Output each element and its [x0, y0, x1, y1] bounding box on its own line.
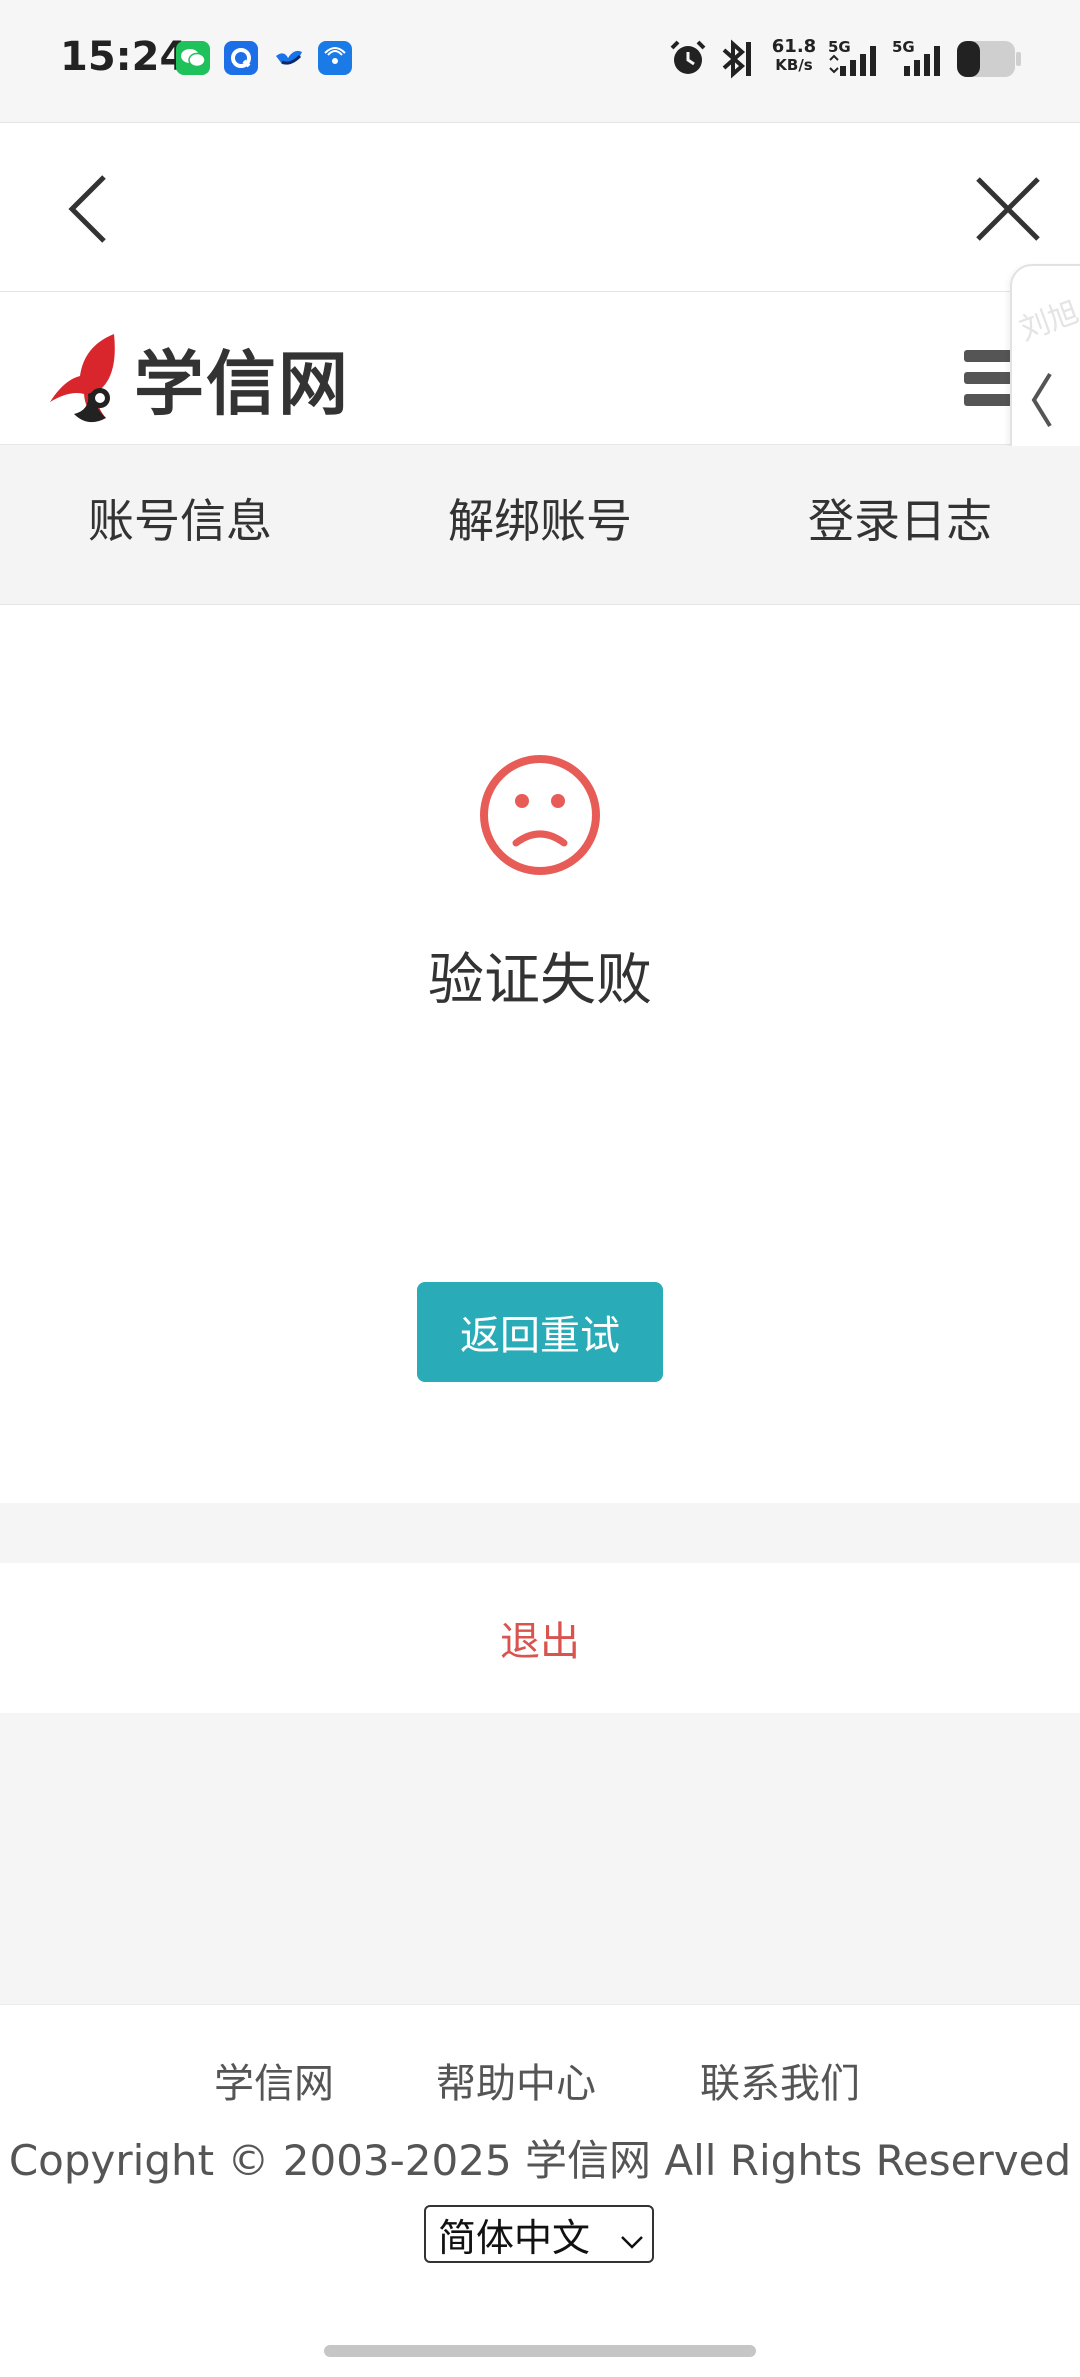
chevron-left-icon: [1028, 370, 1058, 430]
status-time: 15:24: [60, 34, 188, 80]
signal-icon: 5G: [890, 38, 948, 84]
sim1-label: 5G: [828, 38, 851, 56]
alarm-icon: [668, 38, 708, 82]
logo-flame-icon: [44, 332, 130, 428]
chevron-down-icon: [618, 2221, 646, 2249]
radio-app-icon: [318, 41, 352, 75]
copyright-text: Copyright © 2003-2025 学信网 All Rights Res…: [8, 2136, 1072, 2185]
browser-nav-bar: [0, 122, 1080, 292]
site-header: 学信网: [0, 292, 1080, 445]
tab-account-info[interactable]: 账号信息: [0, 446, 360, 604]
sim2-label: 5G: [892, 38, 915, 56]
tab-login-log[interactable]: 登录日志: [720, 446, 1080, 604]
network-speed: 61.8 KB/s: [771, 36, 817, 75]
footer-link-chsi[interactable]: 学信网: [214, 2051, 334, 2109]
qq-browser-icon: [224, 41, 258, 75]
logout-link[interactable]: 退出: [500, 1609, 580, 1667]
status-title: 验证失败: [428, 948, 652, 1013]
chevron-left-icon[interactable]: [60, 169, 120, 249]
footer-link-contact-us[interactable]: 联系我们: [700, 2051, 860, 2109]
site-logo-text[interactable]: 学信网: [134, 328, 350, 429]
account-tabs: 账号信息 解绑账号 登录日志: [0, 446, 1080, 605]
language-select[interactable]: 简体中文: [424, 2205, 654, 2263]
status-bar: 15:24 61.8 KB/s 5G 5G: [0, 0, 1080, 120]
verification-result-panel: 验证失败 返回重试: [0, 605, 1080, 1503]
close-icon[interactable]: [972, 173, 1044, 245]
retry-button[interactable]: 返回重试: [417, 1282, 663, 1382]
bird-app-icon: [272, 41, 306, 75]
logout-row: 退出: [0, 1563, 1080, 1713]
footer-link-help-center[interactable]: 帮助中心: [436, 2051, 596, 2109]
wechat-icon: [176, 41, 210, 75]
language-selected-value: 简体中文: [438, 2215, 591, 2260]
battery-icon: [956, 40, 1022, 82]
home-indicator[interactable]: [324, 2345, 756, 2357]
hamburger-menu-icon[interactable]: [964, 346, 1014, 410]
signal-icon: 5G: [826, 38, 884, 84]
site-footer: 学信网 帮助中心 联系我们 Copyright © 2003-2025 学信网 …: [0, 2004, 1080, 2377]
tab-unbind-account[interactable]: 解绑账号: [360, 446, 720, 604]
side-tab-watermark: 刘旭: [1015, 294, 1080, 348]
bluetooth-icon: [716, 38, 752, 84]
sad-face-icon: [478, 753, 602, 877]
